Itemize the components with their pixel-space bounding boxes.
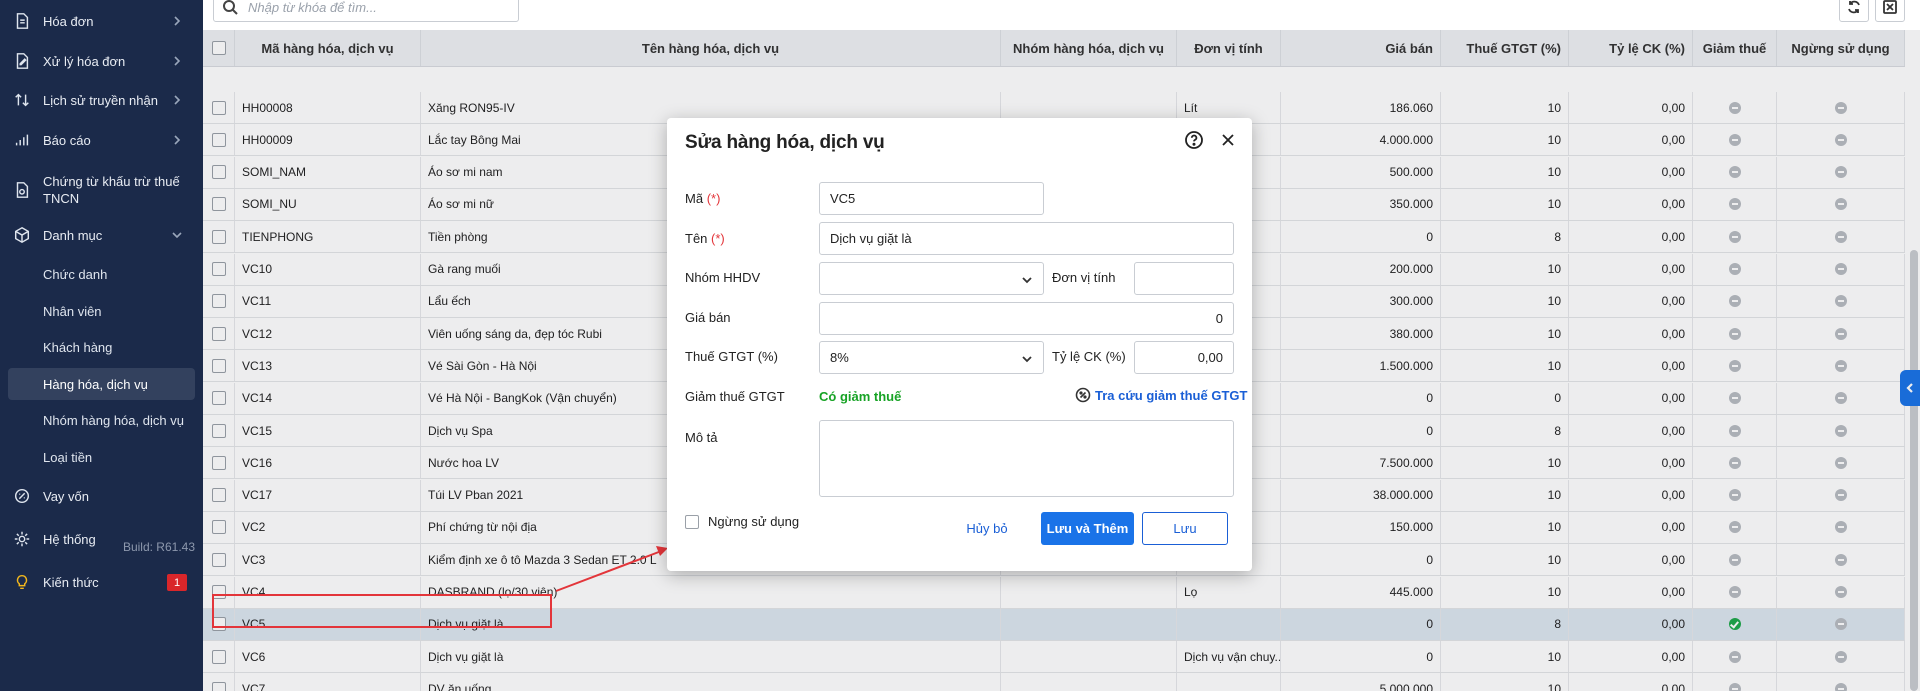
edit-goods-dialog: Sửa hàng hóa, dịch vụ Mã (*) VC5 Tên (*)…	[667, 118, 1252, 571]
code-input[interactable]: VC5	[819, 182, 1044, 215]
sidebar-item-reports[interactable]: Báo cáo	[0, 127, 203, 153]
sidebar-sub-position[interactable]: Chức danh	[8, 258, 195, 290]
tax-reduction-status: Có giảm thuế	[819, 389, 902, 404]
document-icon	[12, 180, 32, 200]
discount-label: Tỷ lệ CK (%)	[1052, 349, 1126, 364]
dialog-title: Sửa hàng hóa, dịch vụ	[685, 132, 885, 153]
transfer-icon	[12, 90, 32, 110]
chevron-right-icon	[171, 134, 183, 146]
sidebar-item-history[interactable]: Lịch sử truyền nhận	[0, 87, 203, 113]
chevron-down-icon	[1021, 274, 1033, 286]
stop-using-checkbox[interactable]: Ngừng sử dụng	[685, 514, 799, 529]
excel-icon	[1883, 0, 1897, 14]
save-button[interactable]: Lưu	[1142, 512, 1228, 545]
gear-icon	[12, 529, 32, 549]
export-excel-button[interactable]	[1875, 0, 1905, 22]
price-input[interactable]: 0	[819, 302, 1234, 335]
invoice-icon	[12, 11, 32, 31]
chevron-down-icon	[171, 229, 183, 241]
unit-input[interactable]	[1134, 262, 1234, 295]
sidebar-sub-goods-group[interactable]: Nhóm hàng hóa, dịch vụ	[8, 404, 195, 436]
sidebar-sub-currency[interactable]: Loại tiền	[8, 441, 195, 473]
lightbulb-icon	[12, 572, 32, 592]
chevron-down-icon	[1021, 353, 1033, 365]
description-textarea[interactable]	[819, 420, 1234, 497]
chart-icon	[12, 130, 32, 150]
close-icon	[1222, 134, 1234, 146]
sidebar-item-catalog[interactable]: Danh mục	[0, 222, 203, 248]
help-button[interactable]	[1184, 130, 1204, 150]
unit-label: Đơn vị tính	[1052, 270, 1116, 285]
tax-reduction-label: Giảm thuế GTGT	[685, 389, 785, 404]
refresh-icon	[1848, 0, 1860, 14]
save-and-add-button[interactable]: Lưu và Thêm	[1041, 512, 1134, 545]
lookup-tax-reduction-link[interactable]: Tra cứu giảm thuế GTGT	[1075, 387, 1247, 403]
sidebar-sub-customer[interactable]: Khách hàng	[8, 331, 195, 363]
box-icon	[12, 225, 32, 245]
sidebar: Hóa đơn Xử lý hóa đơn Lịch sử truyền nhậ…	[0, 0, 203, 691]
group-label: Nhóm HHDV	[685, 270, 761, 285]
vat-label: Thuế GTGT (%)	[685, 349, 778, 364]
sidebar-item-invoice[interactable]: Hóa đơn	[0, 8, 203, 34]
sidebar-item-loan[interactable]: Vay vốn	[0, 483, 203, 509]
edit-invoice-icon	[12, 51, 32, 71]
code-label: Mã (*)	[685, 191, 721, 206]
discount-input[interactable]: 0,00	[1134, 341, 1234, 374]
sidebar-sub-goods[interactable]: Hàng hóa, dịch vụ	[8, 368, 195, 400]
search-icon	[223, 0, 238, 15]
percent-badge-icon	[1075, 387, 1091, 403]
sidebar-sub-employee[interactable]: Nhân viên	[8, 295, 195, 327]
refresh-button[interactable]	[1839, 0, 1869, 22]
name-input[interactable]: Dịch vụ giặt là	[819, 222, 1234, 255]
search-input[interactable]: Nhập từ khóa để tìm...	[213, 0, 519, 22]
name-label: Tên (*)	[685, 231, 725, 246]
chevron-right-icon	[171, 94, 183, 106]
close-button[interactable]	[1218, 130, 1238, 150]
checkbox[interactable]	[685, 514, 699, 529]
annotation-highlight-box	[212, 594, 552, 628]
toolbar: Nhập từ khóa để tìm...	[203, 0, 1920, 30]
description-label: Mô tả	[685, 430, 718, 445]
price-label: Giá bán	[685, 310, 731, 325]
sidebar-item-process-invoice[interactable]: Xử lý hóa đơn	[0, 48, 203, 74]
vat-select[interactable]: 8%	[819, 341, 1044, 374]
group-select[interactable]	[819, 262, 1044, 295]
cancel-button[interactable]: Hủy bỏ	[957, 512, 1017, 545]
chevron-right-icon	[171, 55, 183, 67]
notification-badge: 1	[167, 574, 187, 591]
question-icon	[1185, 131, 1203, 149]
chevron-right-icon	[171, 15, 183, 27]
loan-icon	[12, 486, 32, 506]
build-version: Build: R61.43	[122, 540, 195, 554]
sidebar-item-tax-docs[interactable]: Chứng từ khấu trừ thuế TNCN	[0, 170, 203, 210]
